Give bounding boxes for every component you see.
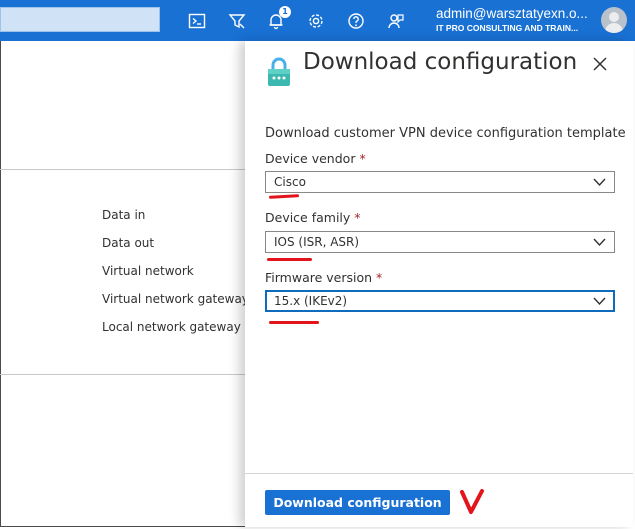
annotation-checkmark-icon bbox=[460, 489, 484, 514]
chevron-down-icon bbox=[593, 178, 606, 187]
annotation-underline bbox=[268, 194, 300, 199]
feedback-icon[interactable] bbox=[385, 10, 407, 32]
help-icon[interactable] bbox=[345, 10, 367, 32]
device-vendor-value: Cisco bbox=[274, 175, 306, 189]
settings-icon[interactable] bbox=[305, 10, 327, 32]
chevron-down-icon bbox=[593, 297, 606, 306]
panel-title: Download configuration bbox=[303, 49, 578, 75]
top-bar: 1 admin@warsztatyexn.o... IT PRO CONSULT… bbox=[0, 0, 635, 41]
device-vendor-label-text: Device vendor bbox=[265, 151, 356, 166]
firmware-version-select[interactable]: 15.x (IKEv2) bbox=[265, 290, 615, 312]
device-family-label: Device family * bbox=[265, 210, 361, 225]
label-local-network-gateway: Local network gateway bbox=[102, 320, 241, 334]
label-data-out: Data out bbox=[102, 236, 155, 250]
device-family-label-text: Device family bbox=[265, 210, 351, 225]
divider bbox=[0, 169, 245, 170]
footer-divider bbox=[245, 473, 633, 474]
avatar[interactable] bbox=[601, 7, 627, 33]
required-marker: * bbox=[354, 210, 361, 225]
device-family-value: IOS (ISR, ASR) bbox=[274, 235, 360, 249]
global-search-input[interactable] bbox=[0, 7, 160, 32]
vpn-lock-icon bbox=[268, 57, 290, 86]
account-organization: IT PRO CONSULTING AND TRAIN... bbox=[436, 23, 579, 33]
firmware-version-value: 15.x (IKEv2) bbox=[274, 294, 348, 308]
chevron-down-icon bbox=[593, 238, 606, 247]
label-virtual-network-gateway: Virtual network gateway bbox=[102, 292, 249, 306]
divider bbox=[0, 374, 245, 375]
close-icon[interactable] bbox=[591, 55, 609, 73]
firmware-version-label: Firmware version * bbox=[265, 270, 382, 285]
device-vendor-label: Device vendor * bbox=[265, 151, 366, 166]
device-vendor-select[interactable]: Cisco bbox=[265, 171, 615, 193]
background-blade: Data in Data out Virtual network Virtual… bbox=[0, 41, 249, 527]
label-data-in: Data in bbox=[102, 208, 146, 222]
directory-filter-icon[interactable] bbox=[226, 10, 248, 32]
firmware-version-label-text: Firmware version bbox=[265, 270, 373, 285]
download-configuration-panel: Download configuration Download customer… bbox=[245, 41, 633, 527]
required-marker: * bbox=[359, 151, 366, 166]
notification-count-badge: 1 bbox=[279, 6, 291, 18]
device-family-select[interactable]: IOS (ISR, ASR) bbox=[265, 231, 615, 253]
panel-description: Download customer VPN device configurati… bbox=[265, 126, 626, 141]
account-info[interactable]: admin@warsztatyexn.o... IT PRO CONSULTIN… bbox=[436, 6, 596, 34]
account-email: admin@warsztatyexn.o... bbox=[436, 6, 588, 21]
cloud-shell-icon[interactable] bbox=[186, 10, 208, 32]
required-marker: * bbox=[376, 270, 383, 285]
annotation-underline bbox=[267, 258, 312, 261]
annotation-underline bbox=[269, 321, 319, 324]
label-virtual-network: Virtual network bbox=[102, 264, 194, 278]
download-configuration-button[interactable]: Download configuration bbox=[265, 490, 450, 515]
